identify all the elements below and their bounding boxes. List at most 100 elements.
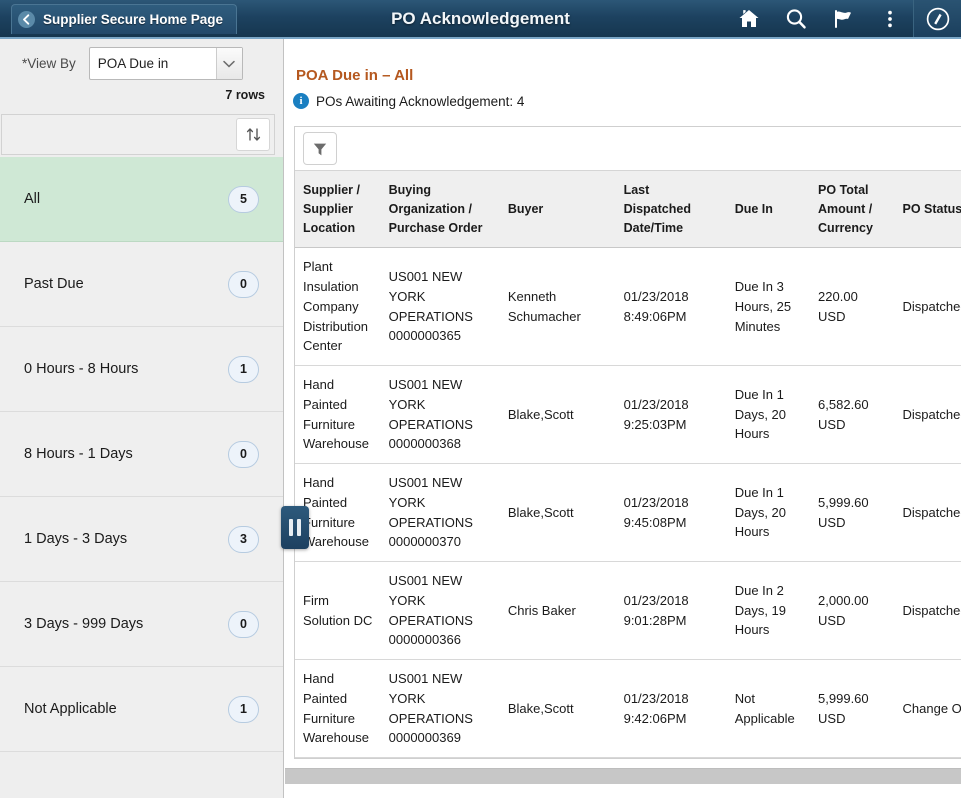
table-header-row: Supplier / Supplier Location Buying Orga…	[295, 171, 961, 249]
table-row[interactable]: Hand Painted Furniture Warehouse US001 N…	[295, 365, 961, 464]
sidebar-item-not-applicable[interactable]: Not Applicable 1	[0, 667, 283, 752]
cell-supplier: Plant Insulation Company Distribution Ce…	[295, 247, 381, 366]
cell-amount: 220.00 USD	[810, 247, 895, 366]
column-header-last-dispatched[interactable]: Last Dispatched Date/Time	[615, 171, 727, 249]
horizontal-scrollbar[interactable]	[285, 768, 961, 785]
back-to-home-button[interactable]: Supplier Secure Home Page	[11, 3, 238, 34]
filter-funnel-icon[interactable]	[303, 132, 337, 165]
view-by-row: *View By POA Due in	[0, 39, 283, 88]
sort-updown-icon[interactable]	[236, 118, 270, 151]
cell-supplier: Firm Solution DC	[295, 561, 381, 660]
table-row[interactable]: Firm Solution DC US001 NEW YORK OPERATIO…	[295, 561, 961, 660]
sidebar-toolbar	[1, 114, 275, 155]
cell-buyer: Blake,Scott	[499, 365, 616, 464]
status-badge: 0	[228, 610, 259, 638]
sidebar-item-label: Not Applicable	[24, 701, 117, 717]
status-badge: 3	[228, 525, 259, 553]
sidebar-item-1-3-days[interactable]: 1 Days - 3 Days 3	[0, 497, 283, 582]
cell-amount: 6,582.60 USD	[810, 365, 895, 464]
cell-due-in: Not Applicable	[726, 659, 811, 758]
view-by-label: *View By	[22, 56, 76, 71]
cell-last-dispatched: 01/23/2018 9:25:03PM	[615, 365, 727, 464]
facet-sidebar: *View By POA Due in 7 rows All 5 Past Du…	[0, 39, 284, 798]
sidebar-item-label: 3 Days - 999 Days	[24, 616, 144, 632]
cell-amount: 5,999.60 USD	[810, 659, 895, 758]
sidebar-item-label: 0 Hours - 8 Hours	[24, 361, 139, 377]
cell-last-dispatched: 01/23/2018 9:42:06PM	[615, 659, 727, 758]
status-badge: 1	[228, 355, 259, 383]
cell-buying-org: US001 NEW YORK OPERATIONS 0000000368	[380, 365, 500, 464]
flag-icon[interactable]	[819, 0, 866, 37]
bottom-spacer	[285, 784, 961, 798]
cell-po-status: Dispatched	[894, 365, 961, 464]
table-row[interactable]: Plant Insulation Company Distribution Ce…	[295, 247, 961, 366]
facet-list: All 5 Past Due 0 0 Hours - 8 Hours 1 8 H…	[0, 157, 283, 752]
cell-buyer: Chris Baker	[499, 561, 616, 660]
navbar-compass-icon[interactable]	[913, 0, 961, 37]
column-header-buyer[interactable]: Buyer	[499, 171, 616, 249]
status-badge: 0	[228, 440, 259, 468]
cell-buyer: Kenneth Schumacher	[499, 247, 616, 366]
section-title: POA Due in – All	[296, 67, 414, 84]
app-header: Supplier Secure Home Page PO Acknowledge…	[0, 0, 961, 37]
cell-buying-org: US001 NEW YORK OPERATIONS 0000000366	[380, 561, 500, 660]
column-header-supplier[interactable]: Supplier / Supplier Location	[295, 171, 381, 249]
cell-due-in: Due In 2 Days, 19 Hours	[726, 561, 811, 660]
table-row[interactable]: Hand Painted Furniture Warehouse US001 N…	[295, 659, 961, 758]
cell-last-dispatched: 01/23/2018 9:01:28PM	[615, 561, 727, 660]
cell-buyer: Blake,Scott	[499, 463, 616, 562]
po-table: Supplier / Supplier Location Buying Orga…	[295, 171, 961, 758]
sidebar-item-past-due[interactable]: Past Due 0	[0, 242, 283, 327]
cell-due-in: Due In 3 Hours, 25 Minutes	[726, 247, 811, 366]
cell-supplier: Hand Painted Furniture Warehouse	[295, 365, 381, 464]
status-badge: 5	[228, 185, 259, 213]
back-button-label: Supplier Secure Home Page	[43, 11, 224, 27]
cell-last-dispatched: 01/23/2018 8:49:06PM	[615, 247, 727, 366]
view-by-select[interactable]: POA Due in	[88, 47, 243, 80]
table-row[interactable]: Hand Painted Furniture Warehouse US001 N…	[295, 463, 961, 562]
column-header-po-total-amount[interactable]: PO Total Amount / Currency	[810, 171, 895, 249]
cell-po-status: Dispatched	[894, 561, 961, 660]
sidebar-item-label: Past Due	[24, 276, 84, 292]
cell-po-status: Dispatched	[894, 247, 961, 366]
search-icon[interactable]	[772, 0, 819, 37]
po-grid-container: Supplier / Supplier Location Buying Orga…	[294, 126, 961, 759]
sidebar-item-0-8-hours[interactable]: 0 Hours - 8 Hours 1	[0, 327, 283, 412]
cell-supplier: Hand Painted Furniture Warehouse	[295, 659, 381, 758]
header-icon-group	[725, 0, 961, 37]
grid-toolbar	[295, 127, 961, 171]
info-icon: i	[293, 93, 309, 109]
sidebar-item-all[interactable]: All 5	[0, 157, 283, 242]
status-badge: 1	[228, 695, 259, 723]
sidebar-item-3-999-days[interactable]: 3 Days - 999 Days 0	[0, 582, 283, 667]
column-header-po-status[interactable]: PO Status	[894, 171, 961, 249]
status-badge: 0	[228, 270, 259, 298]
actions-menu-icon[interactable]	[866, 0, 913, 37]
cell-amount: 2,000.00 USD	[810, 561, 895, 660]
cell-buying-org: US001 NEW YORK OPERATIONS 0000000370	[380, 463, 500, 562]
cell-due-in: Due In 1 Days, 20 Hours	[726, 365, 811, 464]
cell-buying-org: US001 NEW YORK OPERATIONS 0000000369	[380, 659, 500, 758]
sidebar-item-8-hours-1-days[interactable]: 8 Hours - 1 Days 0	[0, 412, 283, 497]
sidebar-item-label: 8 Hours - 1 Days	[24, 446, 133, 462]
sidebar-item-label: All	[24, 191, 41, 207]
collapse-panel-handle-icon[interactable]	[281, 506, 309, 549]
main-content: POA Due in – All i POs Awaiting Acknowle…	[285, 39, 961, 798]
view-by-selected-value: POA Due in	[97, 56, 169, 71]
cell-amount: 5,999.60 USD	[810, 463, 895, 562]
home-icon[interactable]	[725, 0, 772, 37]
awaiting-acknowledgement-row: i POs Awaiting Acknowledgement: 4	[285, 84, 961, 109]
chevron-down-icon	[215, 48, 242, 79]
cell-due-in: Due In 1 Days, 20 Hours	[726, 463, 811, 562]
rows-count-label: 7 rows	[225, 88, 265, 102]
horizontal-scrollbar-thumb[interactable]	[285, 769, 715, 785]
cell-po-status: Change Order -	[894, 659, 961, 758]
column-header-buying-org[interactable]: Buying Organization / Purchase Order	[380, 171, 500, 249]
column-header-due-in[interactable]: Due In	[726, 171, 811, 249]
chevron-left-icon	[18, 10, 35, 28]
sidebar-item-label: 1 Days - 3 Days	[24, 531, 128, 547]
cell-buyer: Blake,Scott	[499, 659, 616, 758]
cell-po-status: Dispatched	[894, 463, 961, 562]
awaiting-acknowledgement-text: POs Awaiting Acknowledgement: 4	[316, 93, 525, 109]
cell-last-dispatched: 01/23/2018 9:45:08PM	[615, 463, 727, 562]
